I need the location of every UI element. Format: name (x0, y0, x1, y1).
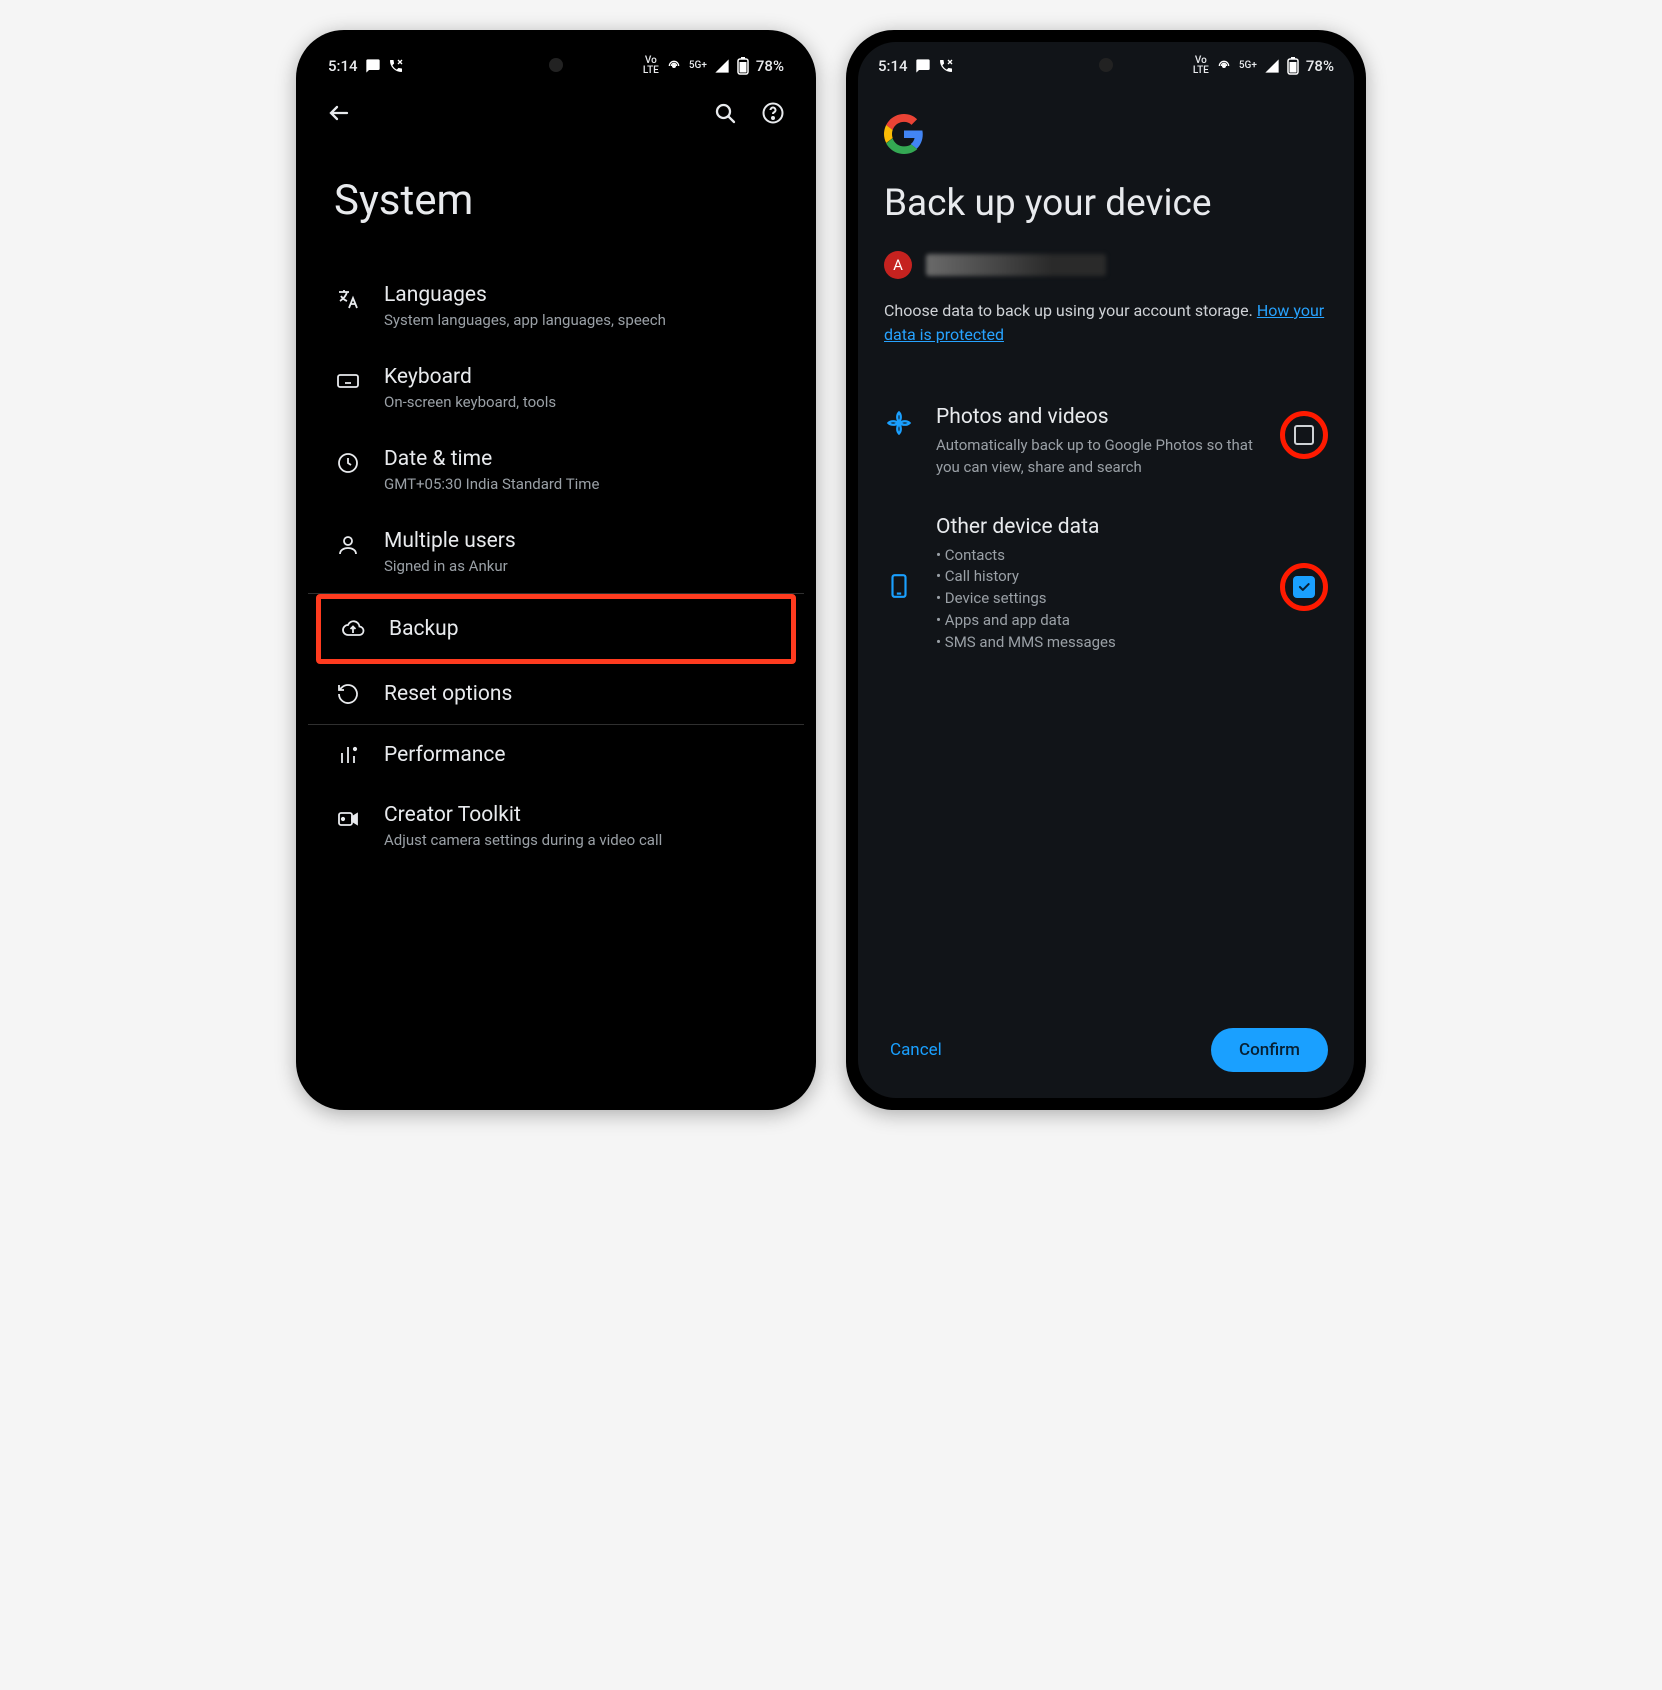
checkbox-photos-unchecked[interactable] (1294, 425, 1314, 445)
reset-icon (334, 682, 362, 706)
option-other-data[interactable]: Other device data • Contacts• Call histo… (884, 497, 1328, 672)
checkbox-other-checked[interactable] (1293, 576, 1315, 598)
item-title: Multiple users (384, 529, 778, 553)
network-label: 5G+ (689, 61, 707, 71)
network-label: 5G+ (1239, 61, 1257, 71)
status-time: 5:14 (328, 57, 358, 75)
backup-content: Back up your device A Choose data to bac… (858, 84, 1354, 1010)
item-title: Backup (389, 617, 773, 641)
screen-backup: 5:14 Vo LTE 5G+ 7 (858, 42, 1354, 1098)
cancel-button[interactable]: Cancel (884, 1030, 948, 1070)
option-photos-videos[interactable]: Photos and videos Automatically back up … (884, 387, 1328, 497)
settings-item-creator[interactable]: Creator Toolkit Adjust camera settings d… (308, 785, 804, 867)
item-title: Creator Toolkit (384, 803, 778, 827)
search-button[interactable] (712, 100, 738, 126)
highlight-backup: Backup (316, 594, 796, 664)
item-subtitle: Adjust camera settings during a video ca… (384, 831, 778, 849)
bullet-item: • SMS and MMS messages (936, 632, 1258, 654)
item-title: Performance (384, 743, 778, 767)
battery-percent: 78% (1306, 57, 1334, 75)
settings-item-keyboard[interactable]: Keyboard On-screen keyboard, tools (308, 347, 804, 429)
highlight-ring (1280, 411, 1328, 459)
performance-icon (334, 743, 362, 767)
clock-icon (334, 451, 362, 475)
call-icon (388, 58, 404, 74)
option-title: Other device data (936, 515, 1258, 539)
account-row[interactable]: A (884, 251, 1328, 279)
video-settings-icon (334, 807, 362, 831)
battery-icon (1287, 57, 1299, 75)
hotspot-icon (1216, 58, 1232, 74)
google-logo-icon (884, 114, 924, 154)
bottom-bar: Cancel Confirm (858, 1010, 1354, 1098)
item-subtitle: Signed in as Ankur (384, 557, 778, 575)
option-bullets: • Contacts• Call history• Device setting… (936, 545, 1258, 654)
confirm-button[interactable]: Confirm (1211, 1028, 1328, 1072)
settings-item-languages[interactable]: Languages System languages, app language… (308, 265, 804, 347)
help-button[interactable] (760, 100, 786, 126)
volte-icon: Vo LTE (643, 56, 659, 76)
bullet-item: • Contacts (936, 545, 1258, 567)
option-title: Photos and videos (936, 405, 1258, 429)
keyboard-icon (334, 369, 362, 393)
chat-bubble-icon (365, 58, 381, 74)
photos-icon (884, 409, 914, 437)
status-bar: 5:14 Vo LTE 5G+ 7 (308, 42, 804, 84)
settings-item-reset[interactable]: Reset options (308, 664, 804, 724)
avatar: A (884, 251, 912, 279)
bullet-item: • Apps and app data (936, 610, 1258, 632)
battery-percent: 78% (756, 57, 784, 75)
screen-system-settings: 5:14 Vo LTE 5G+ 7 (308, 42, 804, 1098)
signal-icon (714, 58, 730, 74)
option-subtitle: Automatically back up to Google Photos s… (936, 435, 1258, 479)
cloud-upload-icon (339, 617, 367, 641)
settings-item-performance[interactable]: Performance (308, 725, 804, 785)
item-title: Languages (384, 283, 778, 307)
item-subtitle: GMT+05:30 India Standard Time (384, 475, 778, 493)
settings-item-multiusers[interactable]: Multiple users Signed in as Ankur (308, 511, 804, 593)
settings-item-datetime[interactable]: Date & time GMT+05:30 India Standard Tim… (308, 429, 804, 511)
bullet-item: • Device settings (936, 588, 1258, 610)
device-icon (884, 573, 914, 599)
battery-icon (737, 57, 749, 75)
status-time: 5:14 (878, 57, 908, 75)
phone-frame-2: 5:14 Vo LTE 5G+ 7 (846, 30, 1366, 1110)
account-email-redacted (926, 254, 1106, 276)
signal-icon (1264, 58, 1280, 74)
person-icon (334, 533, 362, 557)
settings-list: Languages System languages, app language… (308, 265, 804, 867)
phone-frame-1: 5:14 Vo LTE 5G+ 7 (296, 30, 816, 1110)
settings-item-backup[interactable]: Backup (321, 599, 791, 659)
backup-headline: Back up your device (884, 182, 1328, 225)
highlight-ring (1280, 563, 1328, 611)
item-title: Keyboard (384, 365, 778, 389)
item-subtitle: On-screen keyboard, tools (384, 393, 778, 411)
page-title: System (308, 136, 804, 265)
hotspot-icon (666, 58, 682, 74)
desc-text: Choose data to back up using your accoun… (884, 301, 1257, 320)
chat-bubble-icon (915, 58, 931, 74)
back-button[interactable] (326, 100, 352, 126)
status-bar: 5:14 Vo LTE 5G+ 7 (858, 42, 1354, 84)
item-title: Reset options (384, 682, 778, 706)
app-bar (308, 84, 804, 136)
backup-description: Choose data to back up using your accoun… (884, 299, 1328, 347)
item-title: Date & time (384, 447, 778, 471)
volte-icon: Vo LTE (1193, 56, 1209, 76)
item-subtitle: System languages, app languages, speech (384, 311, 778, 329)
call-icon (938, 58, 954, 74)
translate-icon (334, 287, 362, 311)
bullet-item: • Call history (936, 566, 1258, 588)
